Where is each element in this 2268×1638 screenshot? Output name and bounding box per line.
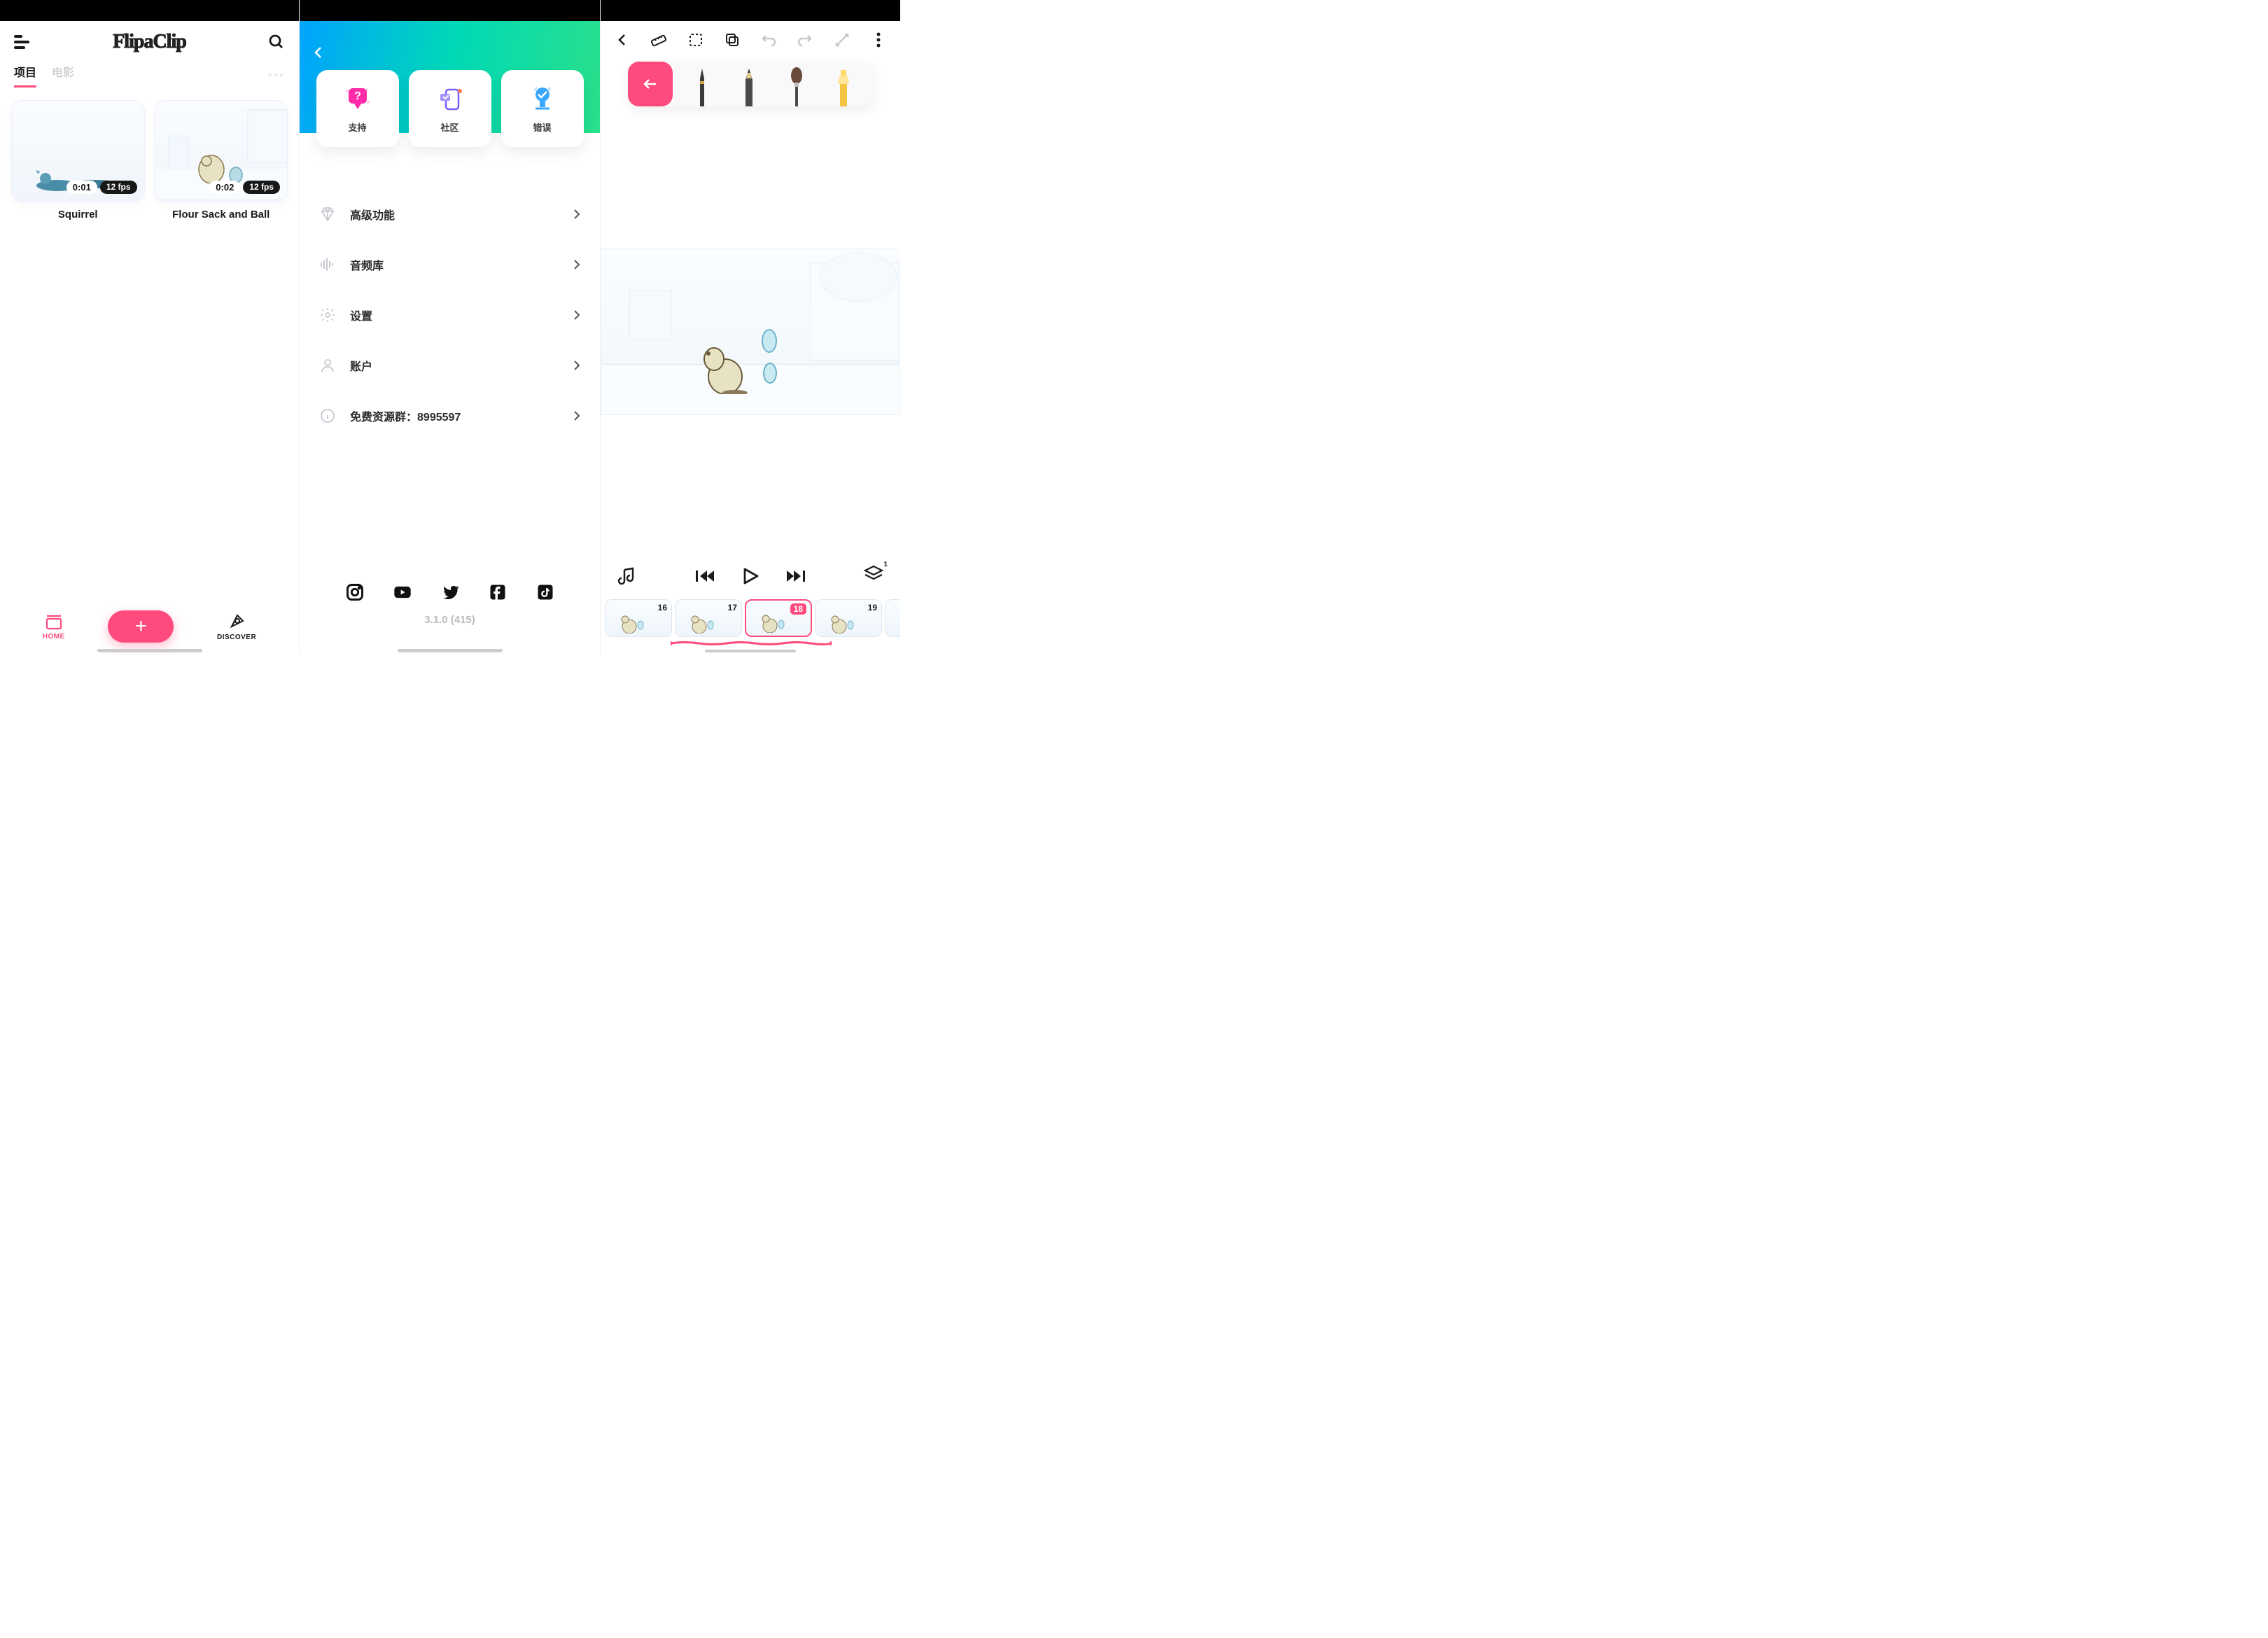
twitter-icon[interactable] <box>440 582 460 602</box>
brush-tool[interactable] <box>785 67 808 106</box>
nav-discover[interactable]: DISCOVER <box>217 612 256 641</box>
project-title: Flour Sack and Ball <box>155 209 288 220</box>
duration-badge: 0:01 <box>66 181 97 194</box>
create-button[interactable]: + <box>108 610 174 643</box>
diamond-icon <box>319 206 336 223</box>
card-community[interactable]: 社区 <box>409 70 491 147</box>
menu-audio[interactable]: 音频库 <box>314 239 586 290</box>
gear-icon <box>319 307 336 323</box>
copy-icon[interactable] <box>723 31 741 49</box>
tab-movies[interactable]: 电影 <box>52 63 74 88</box>
audio-icon <box>319 256 336 273</box>
facebook-icon[interactable] <box>488 582 507 602</box>
app-logo: FlipaClip <box>113 31 186 53</box>
chevron-right-icon <box>573 410 580 421</box>
layers-button[interactable]: 1 <box>864 565 883 587</box>
home-indicator <box>398 649 503 652</box>
project-card[interactable]: 0:02 12 fps Flour Sack and Ball <box>155 100 288 220</box>
card-bug[interactable]: 错误 <box>501 70 584 147</box>
audio-waveform[interactable] <box>671 641 832 645</box>
timeline-frame[interactable]: 19 <box>815 599 882 637</box>
back-button[interactable] <box>613 31 631 49</box>
chevron-right-icon <box>573 360 580 371</box>
fps-badge: 12 fps <box>100 181 137 194</box>
project-card[interactable]: 0:01 12 fps Squirrel <box>11 100 145 220</box>
menu-button[interactable] <box>14 35 31 49</box>
prev-frame-button[interactable] <box>696 569 714 583</box>
duration-badge: 0:02 <box>209 181 240 194</box>
menu-premium[interactable]: 高级功能 <box>314 189 586 239</box>
menu-resources[interactable]: 免费资源群：8995597 <box>314 391 586 441</box>
lasso-icon[interactable] <box>687 31 705 49</box>
fullscreen-icon[interactable] <box>833 31 851 49</box>
play-button[interactable] <box>741 566 760 586</box>
next-frame-button[interactable] <box>787 569 805 583</box>
timeline-frame[interactable]: 17 <box>675 599 742 637</box>
chevron-right-icon <box>573 259 580 270</box>
pen-tool[interactable] <box>691 67 713 106</box>
version-text: 3.1.0 (415) <box>300 614 600 626</box>
svg-text:?: ? <box>354 90 361 102</box>
card-support[interactable]: ? 支持 <box>316 70 399 147</box>
ruler-icon[interactable] <box>650 31 668 49</box>
timeline-frame[interactable]: 16 <box>605 599 672 637</box>
pencil-tool[interactable] <box>738 67 760 106</box>
menu-account[interactable]: 账户 <box>314 340 586 391</box>
youtube-icon[interactable] <box>393 582 412 602</box>
close-tools-button[interactable] <box>628 62 673 106</box>
user-icon <box>319 357 336 374</box>
info-icon <box>319 407 336 424</box>
chevron-right-icon <box>573 209 580 220</box>
tool-selector <box>628 62 873 106</box>
timeline-frame[interactable]: 18 <box>745 599 812 637</box>
tab-projects[interactable]: 项目 <box>14 63 36 88</box>
redo-icon[interactable] <box>796 31 814 49</box>
more-icon[interactable]: ●●● <box>268 71 285 79</box>
canvas[interactable] <box>601 248 900 415</box>
audio-button[interactable] <box>617 567 637 585</box>
scroll-indicator <box>705 650 796 652</box>
highlighter-tool[interactable] <box>832 67 855 106</box>
undo-icon[interactable] <box>760 31 778 49</box>
fps-badge: 12 fps <box>243 181 280 194</box>
timeline-frame[interactable]: 20 <box>885 599 900 637</box>
search-icon[interactable] <box>268 34 285 50</box>
project-title: Squirrel <box>11 209 145 220</box>
home-indicator <box>97 649 202 652</box>
back-button[interactable] <box>312 45 325 63</box>
chevron-right-icon <box>573 309 580 321</box>
more-icon[interactable] <box>869 31 888 49</box>
nav-home[interactable]: HOME <box>43 613 65 640</box>
menu-settings[interactable]: 设置 <box>314 290 586 340</box>
tiktok-icon[interactable] <box>536 582 555 602</box>
instagram-icon[interactable] <box>345 582 365 602</box>
